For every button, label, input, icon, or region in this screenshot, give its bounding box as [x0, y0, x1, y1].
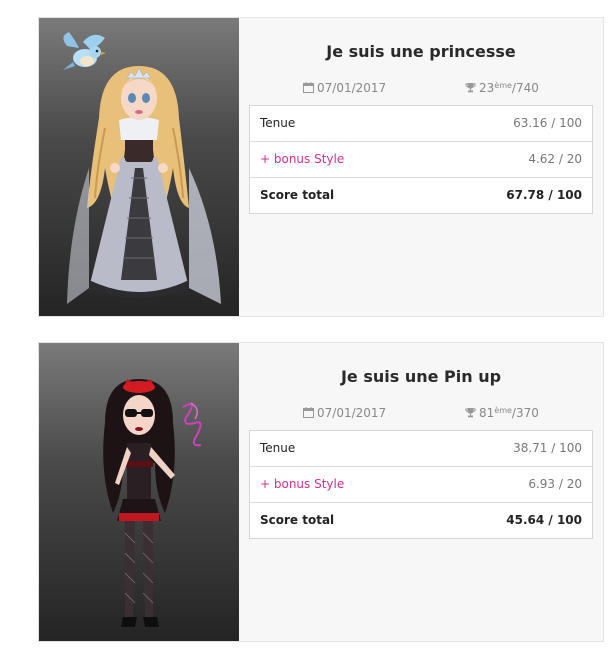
trophy-icon	[465, 408, 476, 418]
date-text: 07/01/2017	[317, 406, 387, 420]
row-label: Score total	[260, 188, 335, 202]
row-label: Score total	[260, 513, 335, 527]
result-title: Je suis une Pin up	[340, 367, 502, 386]
row-value: 67.78 / 100	[506, 188, 582, 202]
score-row-total: Score total 45.64 / 100	[250, 502, 592, 538]
result-info: Je suis une Pin up 07/01/2017 81ème/370 …	[239, 343, 603, 641]
result-title: Je suis une princesse	[326, 42, 516, 61]
avatar-panel	[39, 343, 239, 641]
score-table: Tenue 38.71 / 100 + bonus Style 6.93 / 2…	[249, 430, 593, 539]
rank-total: /740	[511, 81, 539, 95]
score-row-tenue: Tenue 38.71 / 100	[250, 431, 592, 466]
score-row-bonus: + bonus Style 6.93 / 20	[250, 466, 592, 502]
rank-total: /370	[511, 406, 539, 420]
row-value: 6.93 / 20	[528, 477, 582, 491]
calendar-icon	[303, 82, 314, 93]
rank-suffix: ème	[494, 81, 512, 90]
princess-avatar-image	[63, 32, 221, 304]
rank-value: 81	[479, 406, 495, 420]
avatar-panel	[39, 18, 239, 316]
trophy-icon	[465, 83, 476, 93]
score-row-total: Score total 67.78 / 100	[250, 177, 592, 213]
result-card-pinup: Je suis une Pin up 07/01/2017 81ème/370 …	[38, 342, 604, 642]
row-value: 45.64 / 100	[506, 513, 582, 527]
result-date: 07/01/2017	[303, 81, 386, 95]
rank-suffix: ème	[494, 406, 512, 415]
result-info: Je suis une princesse 07/01/2017 23ème/7…	[239, 18, 603, 316]
row-label: Tenue	[260, 116, 296, 130]
row-label: Tenue	[260, 441, 296, 455]
score-row-tenue: Tenue 63.16 / 100	[250, 106, 592, 141]
row-label: + bonus Style	[260, 152, 345, 166]
row-value: 4.62 / 20	[528, 152, 582, 166]
result-date: 07/01/2017	[303, 406, 386, 420]
rank-value: 23	[479, 81, 495, 95]
score-table: Tenue 63.16 / 100 + bonus Style 4.62 / 2…	[249, 105, 593, 214]
row-label: + bonus Style	[260, 477, 345, 491]
date-text: 07/01/2017	[317, 81, 387, 95]
result-rank: 23ème/740	[465, 81, 539, 95]
pinup-avatar-image	[103, 379, 202, 627]
row-value: 38.71 / 100	[513, 441, 582, 455]
result-card-princesse: Je suis une princesse 07/01/2017 23ème/7…	[38, 17, 604, 317]
bluebird-image	[63, 32, 106, 70]
score-row-bonus: + bonus Style 4.62 / 20	[250, 141, 592, 177]
row-value: 63.16 / 100	[513, 116, 582, 130]
calendar-icon	[303, 407, 314, 418]
result-rank: 81ème/370	[465, 406, 539, 420]
